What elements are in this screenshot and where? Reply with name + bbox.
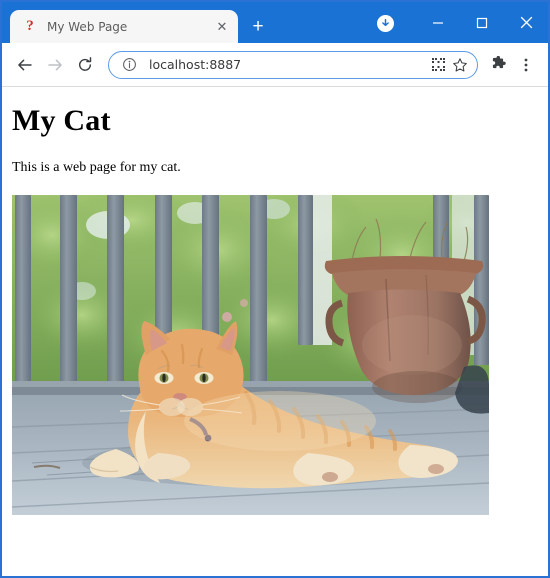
three-dot-menu-button[interactable] [512, 50, 540, 80]
tab-title: My Web Page [47, 19, 128, 34]
close-tab-icon[interactable]: ✕ [212, 17, 232, 37]
cat-photo [12, 195, 489, 515]
page-title: My Cat [12, 104, 111, 137]
extensions-button[interactable] [484, 50, 512, 80]
forward-button[interactable] [40, 50, 70, 80]
browser-tab[interactable]: ? My Web Page ✕ [10, 10, 238, 43]
page-content: My Cat This is a web page for my cat. [2, 87, 548, 576]
maximize-button[interactable] [460, 7, 504, 39]
new-tab-button[interactable]: + [244, 12, 272, 40]
reload-button[interactable] [70, 50, 100, 80]
star-icon[interactable] [449, 54, 471, 76]
url-text[interactable]: localhost:8887 [149, 57, 427, 72]
question-mark-favicon: ? [26, 18, 34, 34]
minimize-button[interactable] [416, 7, 460, 39]
browser-window: ? My Web Page ✕ + localhost:8887 My Cat … [0, 0, 550, 578]
download-indicator-icon[interactable] [377, 15, 394, 32]
page-paragraph: This is a web page for my cat. [12, 160, 181, 175]
back-button[interactable] [10, 50, 40, 80]
window-controls [377, 2, 548, 43]
browser-toolbar: localhost:8887 [2, 43, 548, 87]
tab-strip: ? My Web Page ✕ + [2, 2, 548, 43]
close-window-button[interactable] [504, 7, 548, 39]
info-circle-icon[interactable] [118, 54, 140, 76]
qr-code-icon[interactable] [427, 54, 449, 76]
address-bar[interactable]: localhost:8887 [108, 50, 478, 79]
